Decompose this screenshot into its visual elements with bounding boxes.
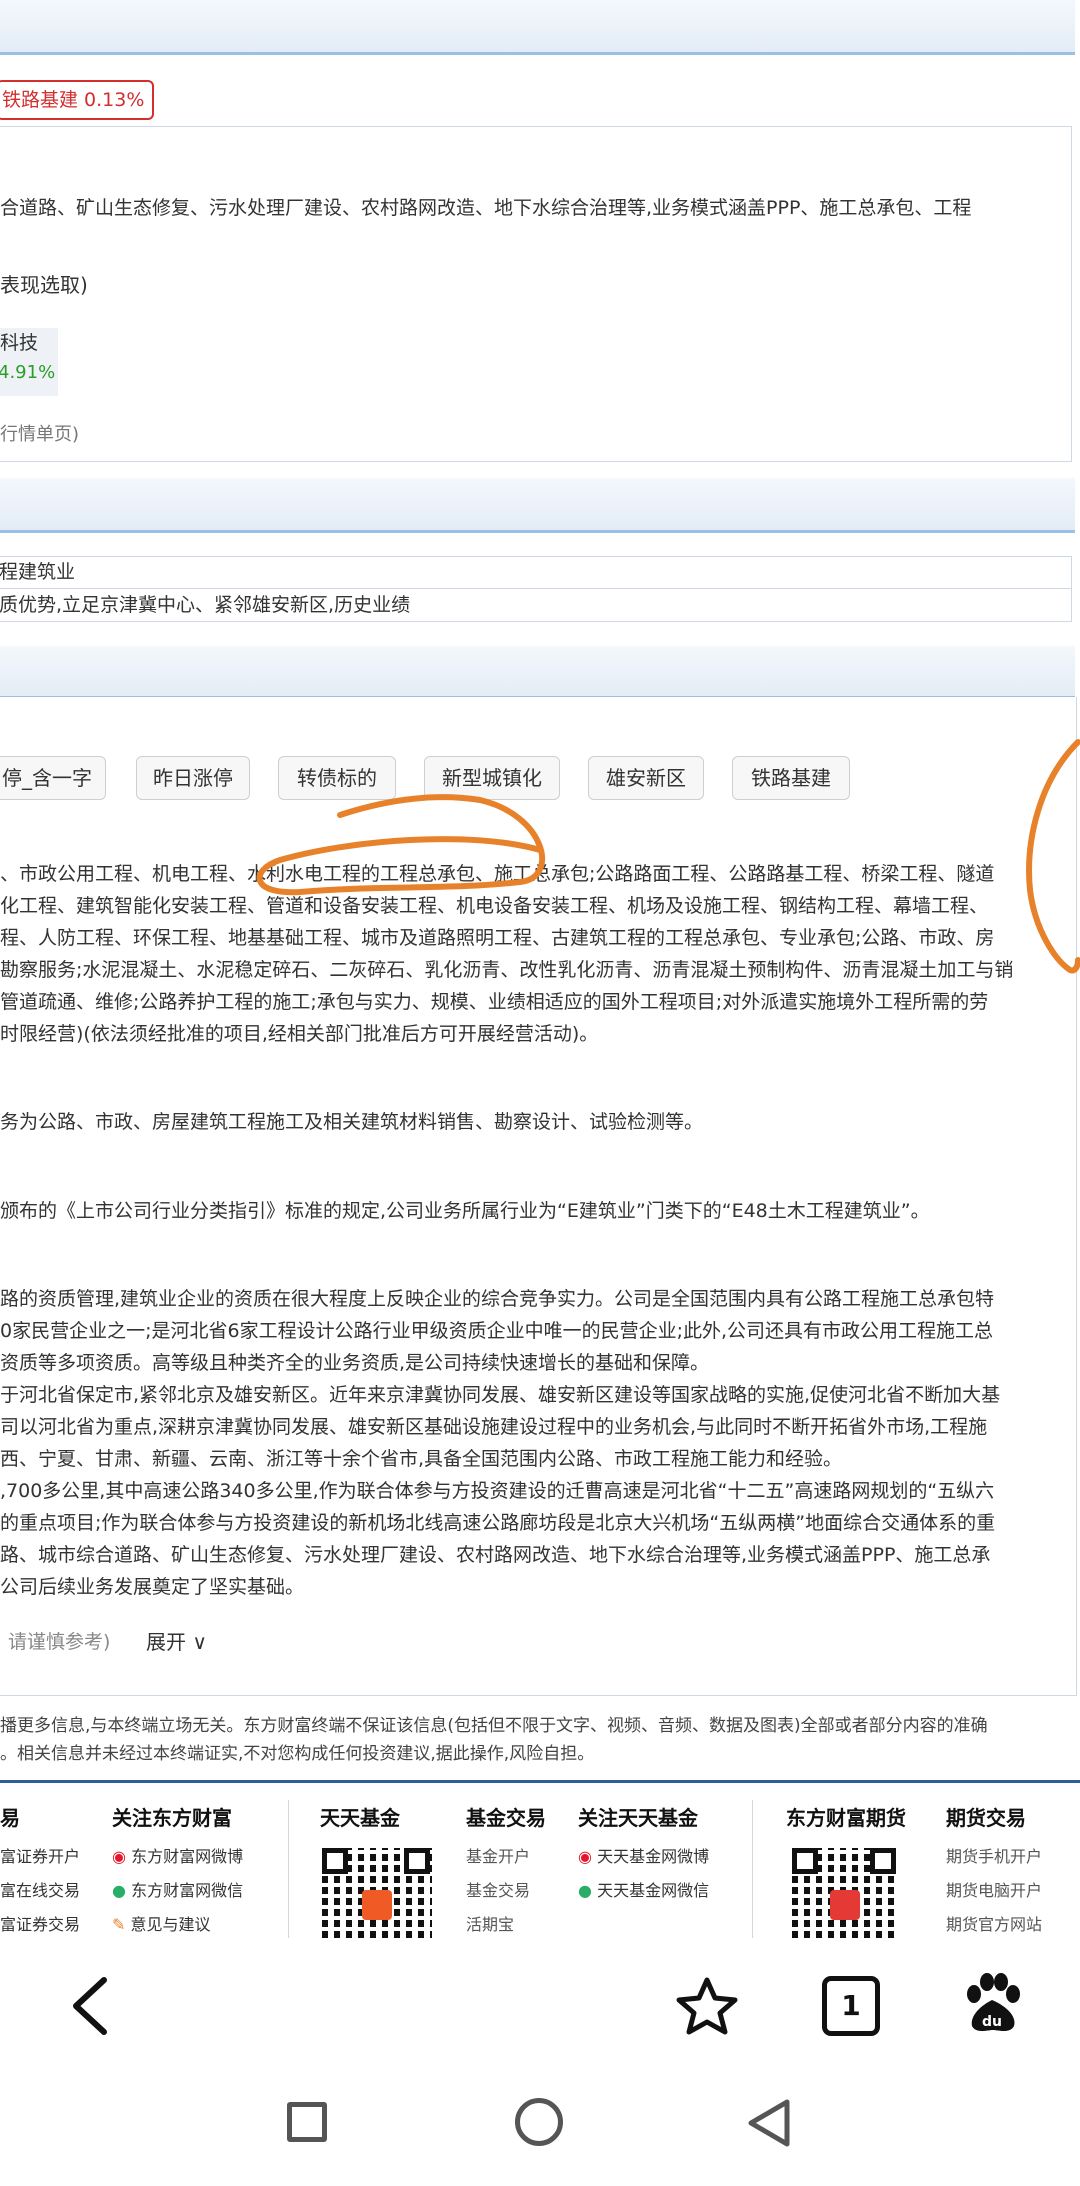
browser-toolbar: 1 du	[0, 1938, 1080, 2186]
star-icon[interactable]	[674, 1974, 740, 2036]
baidu-paw-icon[interactable]: du	[962, 1972, 1022, 2036]
annotation-overlay	[256, 739, 1080, 974]
back-icon[interactable]	[66, 1974, 116, 2038]
tab-count-button[interactable]: 1	[822, 1976, 880, 2036]
home-icon[interactable]	[515, 2098, 563, 2146]
circle-annotation	[256, 794, 546, 896]
margin-stroke-annotation	[1026, 739, 1080, 974]
nav-back-icon[interactable]	[745, 2098, 795, 2148]
recents-icon[interactable]	[287, 2102, 327, 2142]
svg-text:du: du	[982, 2014, 1002, 2030]
tab-count: 1	[841, 1989, 861, 2022]
